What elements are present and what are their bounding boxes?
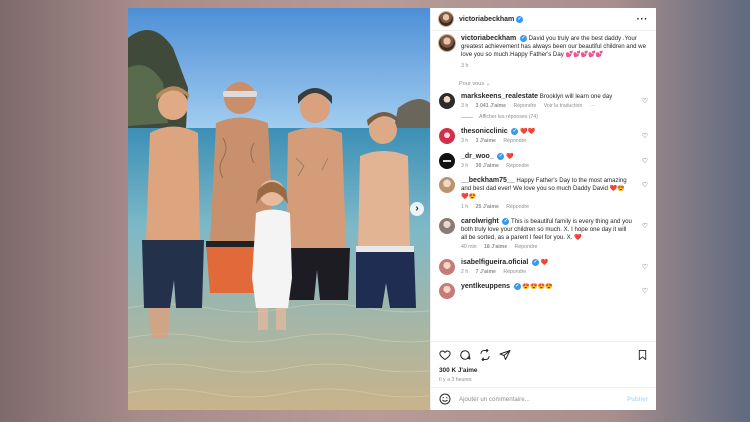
posted-time: Il y a 3 heures (439, 377, 472, 383)
verified-badge-icon: ✓ (513, 283, 521, 291)
chevron-down-icon: ⌄ (485, 80, 491, 87)
section-label-text: Pour vous (459, 80, 485, 87)
comment-time: 3 h (461, 103, 469, 110)
comment-username[interactable]: carolwright (461, 218, 499, 225)
section-label[interactable]: Pour vous ⌄ (459, 81, 648, 87)
reply-button[interactable]: Répondre (503, 269, 526, 275)
comment-likes-text: 7 J'aime (475, 268, 496, 275)
comment-likes-text: 25 J'aime (475, 203, 499, 210)
comment-username[interactable]: yentlkeuppens (461, 283, 510, 290)
comment-likes[interactable]: 25 J'aime (476, 204, 499, 210)
comment-likes[interactable]: 3 J'aime (476, 138, 496, 144)
avatar[interactable] (439, 12, 453, 26)
instagram-post-modal: › victoriabeckham ✓ ··· victoriabeckham … (128, 8, 656, 410)
comment-time: 3 h (461, 138, 469, 145)
emoji-icon[interactable] (439, 393, 451, 405)
add-comment-bar: Ajouter un commentaire... Publier (431, 387, 656, 410)
verified-badge-icon: ✓ (511, 128, 519, 136)
comment-text: 😍😍😍😍 (522, 283, 553, 291)
comment-likes[interactable]: 18 J'aime (484, 244, 507, 250)
view-replies-text: Afficher les réponses (74) (479, 114, 539, 121)
comment-likes-text: 30 J'aime (475, 162, 499, 169)
comment-icon[interactable] (459, 349, 471, 361)
comment-username[interactable]: markskeens_realestate (461, 93, 538, 100)
comment-like-heart-icon[interactable]: ♡ (642, 287, 648, 295)
comment-item: __beckham75__ Happy Father's Day to the … (439, 177, 648, 211)
comment-likes-text: 18 J'aime (484, 244, 508, 251)
comments-list[interactable]: victoriabeckham ✓ David you truly are th… (431, 31, 656, 341)
comment-username[interactable]: isabelfigueira.oficial (461, 259, 528, 266)
comment-like-heart-icon[interactable]: ♡ (642, 263, 648, 271)
comment-username[interactable]: _dr_woo_ (461, 153, 494, 160)
comment-like-heart-icon[interactable]: ♡ (642, 157, 648, 165)
avatar[interactable] (439, 35, 455, 51)
reply-button[interactable]: Répondre (514, 103, 537, 109)
more-icon[interactable]: ··· (637, 14, 649, 25)
avatar[interactable] (439, 258, 455, 275)
comment-more-icon[interactable]: ··· (590, 103, 595, 109)
like-count[interactable]: 300 K J'aime (439, 367, 648, 374)
comment-text: ❤️ (540, 258, 549, 266)
replies-divider (461, 116, 473, 118)
heart-icon[interactable] (439, 349, 451, 361)
comment-like-heart-icon[interactable]: ♡ (642, 222, 648, 230)
avatar[interactable] (439, 177, 455, 194)
verified-badge-icon: ✓ (532, 258, 540, 266)
publish-button[interactable]: Publier (627, 396, 648, 403)
carousel-next-button[interactable]: › (410, 202, 424, 216)
comment-input[interactable]: Ajouter un commentaire... (459, 396, 627, 403)
avatar[interactable] (439, 217, 455, 234)
send-icon[interactable] (499, 349, 511, 361)
bookmark-icon[interactable] (637, 349, 648, 361)
comment-likes[interactable]: 3 041 J'aime (476, 103, 506, 109)
view-replies-button[interactable]: Afficher les réponses (74) (461, 114, 648, 120)
post-caption: victoriabeckham ✓ David you truly are th… (439, 35, 648, 70)
comment-text: Brooklyn will learn one day (539, 92, 613, 100)
comment-item: markskeens_realestate Brooklyn will lear… (439, 92, 648, 110)
comment-item: thesonicclinic ✓ ❤️❤️ 3 h 3 J'aime Répon… (439, 128, 648, 145)
comment-likes-text: 3 041 J'aime (475, 103, 507, 110)
comment-likes-text: 3 J'aime (475, 138, 496, 145)
reply-button[interactable]: Répondre (506, 204, 529, 210)
caption-username[interactable]: victoriabeckham (461, 35, 516, 42)
comment-likes[interactable]: 7 J'aime (476, 269, 496, 275)
reply-button[interactable]: Répondre (503, 138, 526, 144)
translate-button[interactable]: Voir la traduction (544, 103, 583, 109)
verified-badge-icon: ✓ (497, 152, 505, 160)
comment-item: yentlkeuppens ✓ 😍😍😍😍 ♡ (439, 283, 648, 300)
avatar[interactable] (439, 128, 455, 145)
comment-username[interactable]: thesonicclinic (461, 128, 508, 135)
reply-button[interactable]: Répondre (515, 244, 538, 250)
comment-like-heart-icon[interactable]: ♡ (642, 97, 648, 105)
avatar[interactable] (439, 283, 455, 300)
reply-button[interactable]: Répondre (506, 163, 529, 169)
avatar[interactable] (439, 92, 455, 109)
comment-text: ❤️❤️ (520, 128, 536, 136)
share-icon[interactable] (479, 349, 491, 361)
comment-text: ❤️ (506, 152, 514, 160)
comment-item: _dr_woo_ ✓ ❤️ 3 h 30 J'aime Répondre ♡ (439, 152, 648, 170)
comment-item: isabelfigueira.oficial ✓ ❤️ 2 h 7 J'aime… (439, 258, 648, 276)
verified-badge-icon: ✓ (516, 15, 524, 23)
caption-time: 3 h (461, 62, 469, 69)
comment-time: 3 h (461, 162, 469, 169)
verified-badge-icon: ✓ (502, 217, 510, 225)
comment-item: carolwright ✓ This is beautiful family i… (439, 217, 648, 252)
verified-badge-icon: ✓ (519, 35, 527, 42)
post-side-panel: victoriabeckham ✓ ··· victoriabeckham ✓ … (430, 8, 656, 410)
avatar[interactable] (439, 152, 455, 169)
comment-like-heart-icon[interactable]: ♡ (642, 181, 648, 189)
post-actions: 300 K J'aime Il y a 3 heures (431, 341, 656, 387)
comment-likes[interactable]: 30 J'aime (476, 163, 499, 169)
family-beach-photo (128, 8, 430, 410)
comment-like-heart-icon[interactable]: ♡ (642, 132, 648, 140)
post-header: victoriabeckham ✓ ··· (431, 8, 656, 31)
comment-username[interactable]: __beckham75__ (461, 177, 515, 184)
comment-time: 40 min (461, 244, 477, 251)
comment-time: 1 h (461, 203, 469, 210)
post-photo[interactable]: › (128, 8, 430, 410)
post-author-username[interactable]: victoriabeckham (459, 16, 514, 23)
comment-time: 2 h (461, 268, 469, 275)
